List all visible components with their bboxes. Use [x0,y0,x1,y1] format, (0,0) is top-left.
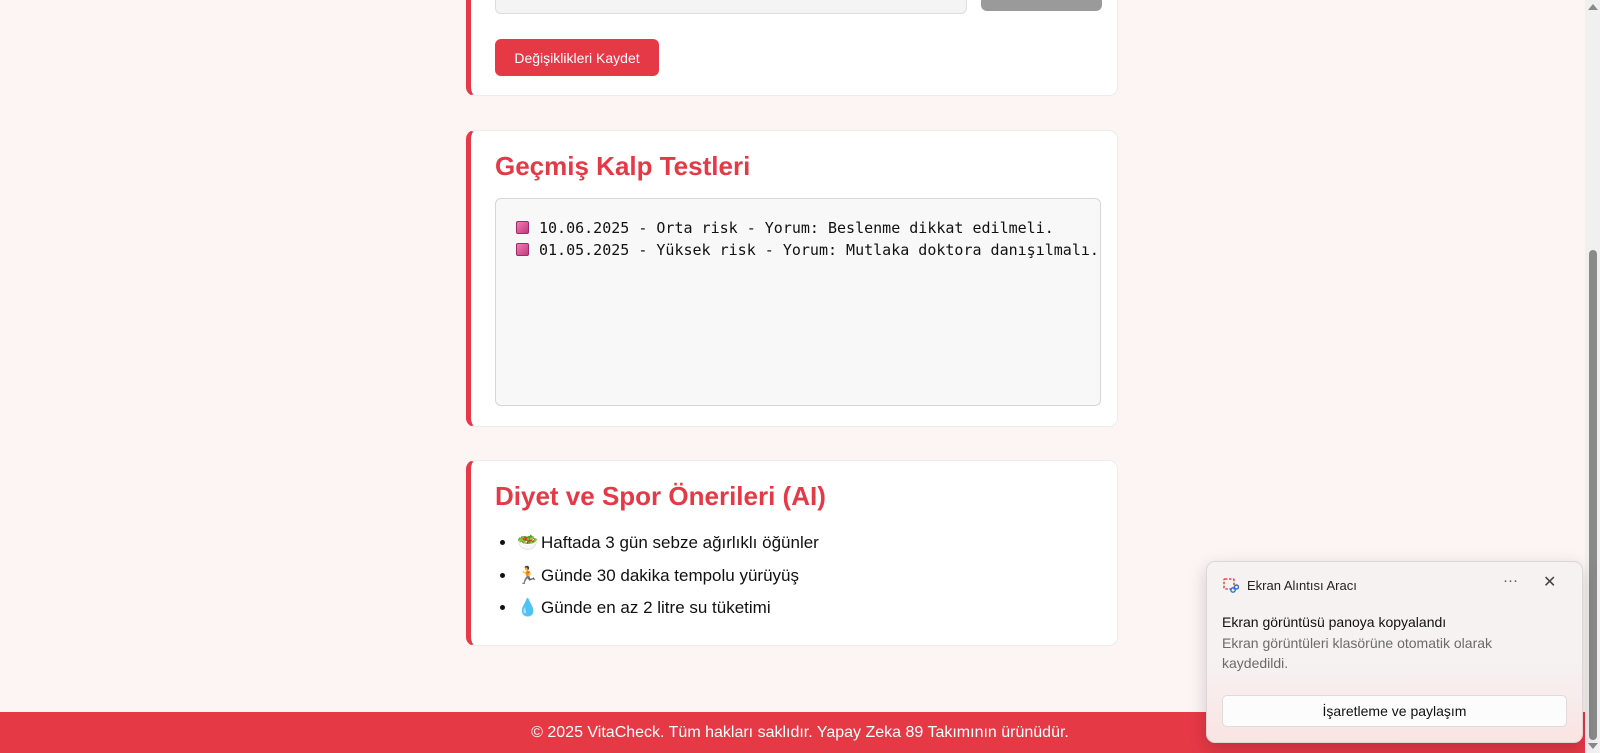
list-item: 💧Günde en az 2 litre su tüketimi [517,592,819,625]
scroll-thumb[interactable] [1589,250,1597,740]
form-input-field[interactable] [495,0,967,14]
profile-form-card: Değişiklikleri Kaydet [466,0,1118,96]
footer-text: © 2025 VitaCheck. Tüm hakları saklıdır. … [531,724,1069,741]
scroll-down-icon[interactable] [1588,743,1598,749]
history-entry: 10.06.2025 - Orta risk - Yorum: Beslenme… [516,217,1080,239]
runner-icon: 🏃 [517,565,539,585]
list-item: 🥗Haftada 3 gün sebze ağırlıklı öğünler [517,527,819,560]
close-icon[interactable]: ✕ [1543,572,1556,592]
diet-title: Diyet ve Spor Önerileri (AI) [495,481,826,511]
markup-share-button[interactable]: İşaretleme ve paylaşım [1222,695,1567,727]
scissors-icon [1223,578,1239,593]
water-drop-icon: 💧 [517,598,539,617]
gift-box-icon [516,221,529,234]
secondary-button[interactable] [981,0,1102,11]
scroll-up-icon[interactable] [1588,4,1598,10]
gift-box-icon [516,243,529,256]
save-changes-button[interactable]: Değişiklikleri Kaydet [495,39,659,76]
history-textarea[interactable]: 10.06.2025 - Orta risk - Yorum: Beslenme… [495,198,1101,406]
salad-icon: 🥗 [517,533,539,552]
list-item: 🏃Günde 30 dakika tempolu yürüyüş [517,560,819,593]
diet-tips-list: 🥗Haftada 3 gün sebze ağırlıklı öğünler 🏃… [495,527,819,625]
history-title: Geçmiş Kalp Testleri [495,151,751,181]
diet-sport-card: Diyet ve Spor Önerileri (AI) 🥗Haftada 3 … [466,460,1118,646]
page-scrollbar[interactable] [1585,0,1600,753]
notification-title: Ekran görüntüsü panoya kopyalandı [1222,614,1447,630]
notification-app-name: Ekran Alıntısı Aracı [1247,578,1357,593]
history-entry: 01.05.2025 - Yüksek risk - Yorum: Mutlak… [516,239,1099,261]
snipping-tool-notification: Ekran Alıntısı Aracı ··· ✕ Ekran görüntü… [1206,561,1583,743]
heart-test-history-card: Geçmiş Kalp Testleri 10.06.2025 - Orta r… [466,130,1118,427]
more-options-icon[interactable]: ··· [1503,572,1518,589]
notification-body: Ekran görüntüleri klasörüne otomatik ola… [1222,635,1493,671]
